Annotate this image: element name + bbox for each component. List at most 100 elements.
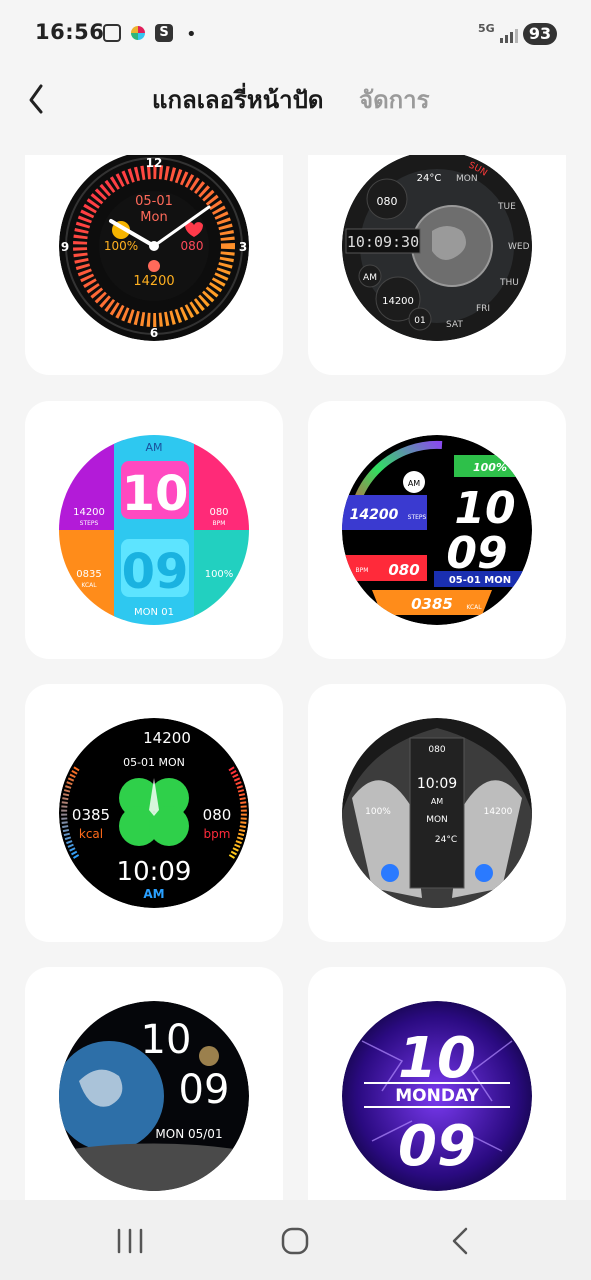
numeral-3: 3	[239, 240, 247, 254]
s-app-icon: S	[155, 24, 173, 42]
face-steps: 14200	[133, 274, 174, 289]
face-steps: 14200	[143, 729, 191, 747]
face-ampm: AM	[363, 273, 377, 283]
day-thu: THU	[499, 278, 519, 288]
watch-face-5: 14200 05-01 MON 0385 kcal 080 bpm 10:09 …	[59, 718, 249, 908]
back-arrow-icon	[452, 1227, 468, 1255]
face-battery: 100%	[473, 461, 507, 474]
face-minute: 09	[179, 1067, 230, 1113]
day-wed: WED	[508, 242, 530, 252]
system-nav-bar	[0, 1200, 591, 1280]
face-battery: 100%	[205, 569, 234, 580]
home-icon	[281, 1227, 309, 1255]
face-bpm-label: bpm	[204, 827, 231, 841]
face-time: 10:09	[417, 776, 457, 792]
network-type: 5G	[478, 22, 495, 35]
face-steps-label: STEPS	[80, 520, 99, 527]
face-steps: 14200	[484, 807, 513, 817]
face-hour: 10	[122, 466, 189, 522]
face-bpm-label: BPM	[213, 520, 226, 527]
watch-face-4: 100% AM 10 09 14200 STEPS BPM 080 05-01 …	[342, 435, 532, 625]
watch-face-card-3[interactable]: AM 10 09 14200 STEPS 080 BPM 0835 KCAL 1…	[25, 401, 283, 659]
face-date: 05-01	[135, 194, 173, 209]
face-bpm: 080	[209, 507, 228, 518]
watch-face-card-8[interactable]: 10 MONDAY 09	[308, 967, 566, 1200]
face-heart: 080	[428, 745, 445, 755]
face-hour: 10	[454, 483, 515, 534]
watch-face-2: SUN MON TUE WED THU FRI SAT 080 24°C 10:…	[342, 155, 532, 341]
day-tue: TUE	[497, 202, 516, 212]
face-kcal-label: kcal	[79, 827, 103, 841]
signal-icon	[500, 27, 518, 43]
watch-face-1: 12 3 6 9 05-01 Mon 100% 080 14200	[59, 155, 249, 341]
watch-face-card-1[interactable]: 12 3 6 9 05-01 Mon 100% 080 14200	[25, 155, 283, 375]
watch-face-card-4[interactable]: 100% AM 10 09 14200 STEPS BPM 080 05-01 …	[308, 401, 566, 659]
day-fri: FRI	[476, 304, 490, 314]
face-day: MON	[426, 815, 448, 825]
face-kcal-label: KCAL	[466, 604, 482, 611]
status-bar: 16:56 S • 5G 93	[0, 0, 591, 70]
chevron-left-icon	[29, 84, 43, 114]
face-bpm: 080	[203, 806, 232, 824]
face-minute: 09	[398, 1114, 476, 1179]
home-button[interactable]	[270, 1220, 320, 1262]
face-day: Mon	[140, 210, 167, 225]
watch-face-grid: 12 3 6 9 05-01 Mon 100% 080 14200 SUN MO…	[0, 155, 591, 1200]
face-date: MON 01	[134, 607, 174, 618]
watch-face-card-7[interactable]: 10 09 MON 05/01	[25, 967, 283, 1200]
face-ampm: AM	[431, 797, 443, 806]
page-title: แกลเลอรี่หน้าปัด	[152, 86, 324, 114]
header: แกลเลอรี่หน้าปัด จัดการ	[0, 70, 591, 130]
face-heart: 080	[377, 195, 398, 208]
face-date: 05-01 MON	[123, 756, 185, 769]
face-steps: 14200	[350, 507, 399, 523]
face-hour: 10	[398, 1026, 476, 1091]
face-hour: 10	[141, 1017, 192, 1063]
manage-button[interactable]: จัดการ	[359, 80, 430, 119]
watch-face-6: 080 10:09 AM MON 24°C 100% 14200	[342, 718, 532, 908]
nav-back-button[interactable]	[436, 1220, 486, 1262]
watch-face-card-5[interactable]: 14200 05-01 MON 0385 kcal 080 bpm 10:09 …	[25, 684, 283, 942]
notification-dot-icon: •	[186, 24, 197, 45]
face-bpm: 080	[388, 561, 419, 579]
screenshot-icon	[103, 24, 121, 42]
day-sat: SAT	[446, 320, 463, 330]
watch-face-card-6[interactable]: 080 10:09 AM MON 24°C 100% 14200	[308, 684, 566, 942]
face-kcal-label: KCAL	[81, 582, 97, 589]
face-temp: 24°C	[435, 835, 457, 845]
face-date: 05-01 MON	[449, 575, 511, 586]
footprint-icon	[148, 260, 160, 272]
face-bpm-label: BPM	[356, 567, 369, 574]
face-date: 01	[414, 316, 425, 326]
watch-face-8: 10 MONDAY 09	[342, 1001, 532, 1191]
face-date: MON 05/01	[155, 1127, 222, 1141]
back-button[interactable]	[22, 80, 52, 120]
face-battery: 100%	[365, 807, 391, 817]
face-kcal: 0385	[72, 806, 110, 824]
face-steps-label: STEPS	[408, 514, 427, 521]
numeral-12: 12	[146, 156, 163, 170]
numeral-6: 6	[150, 326, 158, 340]
watch-face-7: 10 09 MON 05/01	[59, 1001, 249, 1191]
face-minute: 09	[122, 544, 189, 600]
status-time: 16:56	[35, 20, 105, 44]
recent-apps-button[interactable]	[105, 1220, 155, 1262]
face-battery: 100%	[104, 239, 138, 253]
face-steps: 14200	[382, 296, 414, 307]
recent-apps-icon	[117, 1228, 143, 1254]
watch-face-3: AM 10 09 14200 STEPS 080 BPM 0835 KCAL 1…	[59, 435, 249, 625]
face-ampm: AM	[408, 479, 420, 488]
face-time: 10:09	[117, 857, 192, 887]
day-mon: MON	[456, 174, 478, 184]
face-day: MONDAY	[395, 1086, 479, 1106]
face-kcal: 0385	[411, 595, 453, 613]
slack-icon	[131, 26, 145, 40]
face-time: 10:09:30	[347, 233, 419, 251]
face-steps: 14200	[73, 507, 105, 518]
battery-indicator: 93	[523, 23, 557, 45]
face-heart: 080	[181, 239, 204, 253]
face-temp: 24°C	[417, 173, 442, 184]
numeral-9: 9	[61, 240, 69, 254]
face-kcal: 0835	[76, 569, 101, 580]
watch-face-card-2[interactable]: SUN MON TUE WED THU FRI SAT 080 24°C 10:…	[308, 155, 566, 375]
